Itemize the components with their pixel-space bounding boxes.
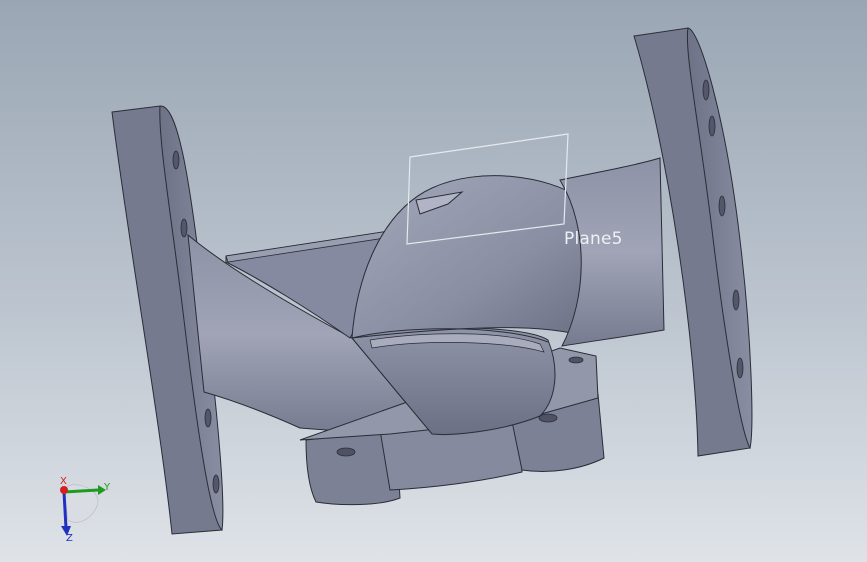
triad-x-axis bbox=[60, 486, 68, 494]
triad-z-axis bbox=[62, 491, 68, 529]
triad-z-label: Z bbox=[66, 533, 73, 544]
triad-y-label: Y bbox=[103, 482, 111, 493]
graphics-viewport[interactable]: X Y Z Plane5 bbox=[0, 0, 867, 562]
coordinate-triad[interactable]: X Y Z bbox=[60, 476, 111, 544]
valve-model[interactable]: X Y Z bbox=[0, 0, 867, 562]
dome[interactable] bbox=[351, 175, 597, 341]
triad-x-label: X bbox=[60, 476, 67, 487]
plane5-label[interactable]: Plane5 bbox=[564, 229, 623, 249]
triad-y-axis bbox=[63, 488, 99, 494]
